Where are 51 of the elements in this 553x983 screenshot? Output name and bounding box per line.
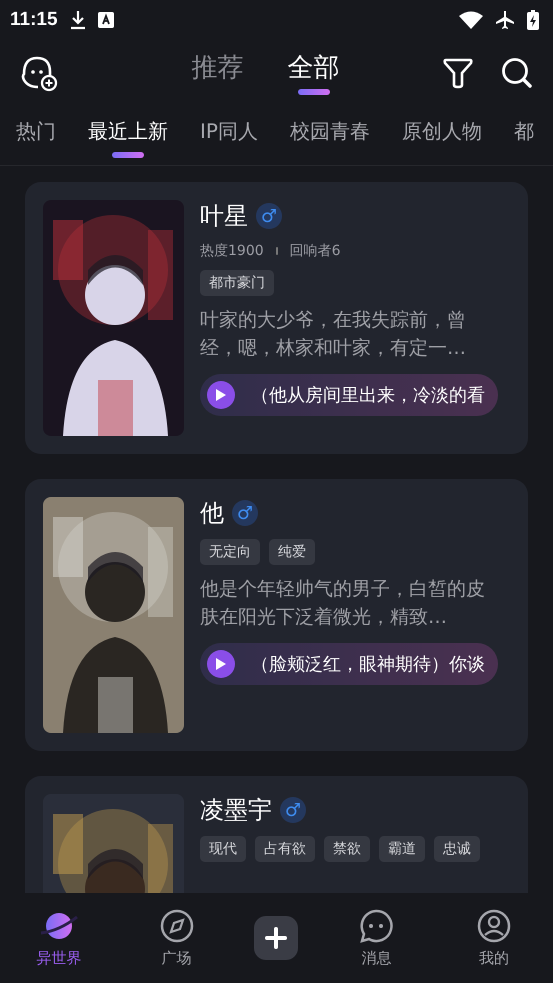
gender-badge: ♂ [232, 500, 258, 526]
tag: 无定向 [200, 539, 260, 565]
nav-item[interactable]: 广场 [136, 908, 217, 968]
nav-item[interactable]: 我的 [454, 908, 534, 968]
search-icon[interactable] [501, 56, 533, 88]
plus-icon [265, 927, 288, 949]
tag: 纯爱 [269, 539, 315, 565]
add-character-icon[interactable] [20, 54, 58, 92]
character-card[interactable]: 叶星 ♂ 热度1900 回响者6 都市豪门 叶家的大少爷，在我失踪前，曾经，嗯，林家和叶家，有定一… （他从房间里出来，冷淡的看 [25, 182, 528, 454]
header-tab[interactable]: 推荐 [192, 50, 244, 94]
category-tab[interactable]: 原创人物 [402, 112, 482, 158]
character-description: 叶家的大少爷，在我失踪前，曾经，嗯，林家和叶家，有定一… [200, 308, 467, 361]
tag: 忠诚 [434, 836, 480, 862]
gender-badge: ♂ [256, 203, 282, 229]
category-tab[interactable]: 都 [514, 112, 534, 158]
character-card[interactable]: 他 ♂ 无定向 纯爱 他是个年轻帅气的男子，白皙的皮肤在阳光下泛着微光，精致… （脸颊泛红，眼神期待）你谈 [25, 479, 528, 751]
gender-badge: ♂ [280, 797, 306, 823]
character-name: 他 [200, 498, 224, 529]
nav-item[interactable]: 异世界 [18, 908, 99, 968]
compass-icon [160, 908, 194, 942]
category-tab[interactable]: 热门 [16, 112, 56, 158]
voice-line-button[interactable]: （他从房间里出来，冷淡的看 [200, 374, 498, 416]
download-icon [70, 10, 86, 30]
play-icon [215, 657, 227, 671]
voice-line-button[interactable]: （脸颊泛红，眼神期待）你谈 [200, 643, 498, 685]
stat-text: 回响者6 [290, 242, 341, 260]
header-tab[interactable]: 全部 [288, 50, 340, 94]
character-card[interactable]: 凌墨宇 ♂ 现代 占有欲 禁欲 霸道 忠诚 [25, 776, 528, 893]
filter-icon[interactable] [443, 56, 473, 88]
create-button[interactable] [254, 916, 298, 960]
profile-icon [477, 908, 512, 942]
status-time: 11:15 [10, 9, 58, 31]
wifi-icon [459, 11, 483, 29]
tag: 禁欲 [324, 836, 370, 862]
tag: 现代 [200, 836, 246, 862]
airplane-icon [495, 10, 515, 30]
nav-item[interactable]: 消息 [336, 908, 416, 968]
category-tab[interactable]: 校园青春 [290, 112, 370, 158]
chat-icon [359, 908, 394, 942]
play-icon [215, 388, 227, 402]
character-name: 叶星 [200, 201, 248, 232]
tag: 霸道 [379, 836, 425, 862]
character-description: 他是个年轻帅气的男子，白皙的皮肤在阳光下泛着微光，精致… [200, 577, 486, 630]
battery-icon [527, 10, 539, 30]
stat-text: 热度1900 [200, 242, 264, 260]
category-tab[interactable]: 最近上新 [88, 112, 168, 158]
keyboard-app-icon [98, 12, 114, 28]
character-name: 凌墨宇 [200, 795, 272, 826]
tag: 都市豪门 [200, 270, 274, 296]
tag: 占有欲 [255, 836, 315, 862]
category-tab[interactable]: IP同人 [200, 112, 258, 158]
